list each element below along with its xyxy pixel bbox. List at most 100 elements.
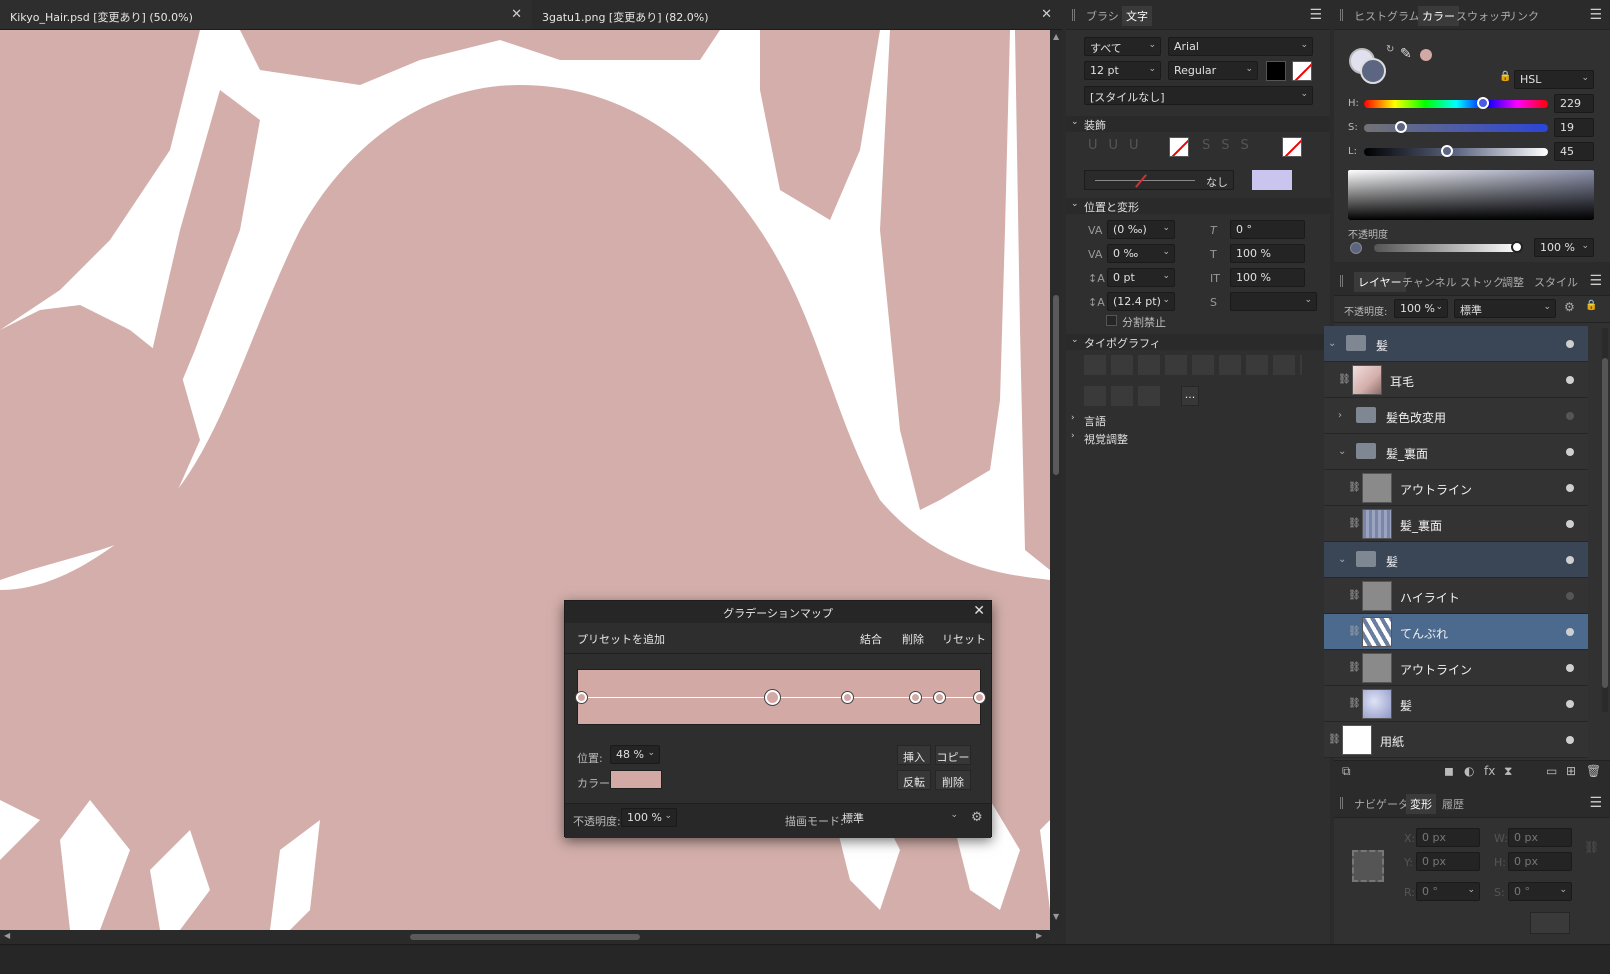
scope-dropdown[interactable]: すべて ⌄ [1084,37,1161,56]
visibility-toggle[interactable] [1566,376,1574,384]
gradient-stop[interactable] [909,691,921,703]
eyedropper-icon[interactable]: ✎ [1400,46,1412,62]
layer-row[interactable]: ⛓ アウトライン [1324,470,1588,506]
scroll-down-icon[interactable]: ▼ [1053,912,1059,921]
text-color-swatch[interactable] [1266,61,1286,81]
h-field[interactable]: 0 px [1508,852,1572,871]
visibility-toggle[interactable] [1566,556,1574,564]
text-bg-none-swatch[interactable] [1292,61,1312,81]
opacity-slider[interactable] [1374,241,1523,253]
layer-row[interactable]: ⛓ 髪 [1324,686,1588,722]
visibility-toggle[interactable] [1566,340,1574,348]
visibility-toggle[interactable] [1566,592,1574,600]
link-icon[interactable]: ⛓ [1338,374,1351,385]
reverse-button[interactable]: 反転 [897,770,931,790]
expand-icon[interactable]: ⌄ [1338,554,1346,565]
horizontal-scroll-thumb[interactable] [410,934,640,940]
close-icon[interactable]: ✕ [973,603,985,619]
transform-options-button[interactable] [1530,912,1570,934]
menu-icon[interactable]: ☰ [1589,273,1602,289]
blend-mode-dropdown[interactable]: 標準 ⌄ [837,808,962,827]
vertical-scroll-thumb[interactable] [1053,295,1059,475]
tracking-dropdown[interactable]: 0 ‰ ⌄ [1107,244,1175,263]
outline-color-swatch[interactable] [1252,170,1292,190]
tab-layers[interactable]: レイヤー [1354,272,1406,292]
h-value-field[interactable]: 229 [1554,94,1594,113]
dialog-opacity-dropdown[interactable]: 100 % ⌄ [621,808,677,827]
visibility-toggle[interactable] [1566,448,1574,456]
tab-channels[interactable]: チャンネル [1402,274,1457,290]
tab-3gatu1[interactable]: 3gatu1.png [変更あり] (82.0%) ✕ [532,0,1062,30]
shear-dropdown[interactable]: ⌄ [1230,292,1317,311]
layer-row[interactable]: ⛓ アウトライン [1324,650,1588,686]
mask-icon[interactable]: ◼ [1444,764,1454,778]
tab-histogram[interactable]: ヒストグラム [1354,8,1420,24]
visibility-toggle[interactable] [1566,664,1574,672]
link-icon[interactable]: ⛓ [1348,590,1361,601]
no-break-checkbox[interactable] [1106,315,1117,326]
visibility-toggle[interactable] [1566,412,1574,420]
typography-ligature-buttons[interactable] [1084,386,1162,406]
lightness-slider[interactable] [1364,145,1548,157]
vertical-scale-field[interactable]: 100 % [1230,268,1305,287]
delete-stop-button[interactable]: 削除 [935,770,971,790]
scroll-right-icon[interactable]: ▶ [1036,931,1042,940]
gear-icon[interactable]: ⚙ [971,810,983,825]
saturation-slider[interactable] [1364,121,1548,133]
gear-icon[interactable]: ⚙ [1564,300,1575,314]
visibility-toggle[interactable] [1566,628,1574,636]
link-icon[interactable]: ⛓ [1328,734,1341,745]
link-icon[interactable]: ⛓ [1348,698,1361,709]
menu-icon[interactable]: ☰ [1309,7,1322,23]
tab-transform[interactable]: 変形 [1406,794,1436,814]
strikethrough-icons[interactable]: SSS [1202,138,1260,153]
expand-icon[interactable]: › [1338,410,1342,421]
visibility-toggle[interactable] [1566,736,1574,744]
s-value-field[interactable]: 19 [1554,118,1594,137]
y-field[interactable]: 0 px [1416,852,1480,871]
picked-color-dot[interactable] [1420,49,1432,61]
layer-row[interactable]: ⛓ 用紙 [1324,722,1588,758]
hue-slider[interactable] [1364,97,1548,109]
tab-stock[interactable]: ストック [1460,274,1504,290]
visibility-toggle[interactable] [1566,520,1574,528]
link-icon[interactable]: ⛓ [1348,626,1361,637]
add-layer-icon[interactable]: ⊞ [1566,764,1576,778]
menu-icon[interactable]: ☰ [1589,795,1602,811]
close-icon[interactable]: ✕ [511,7,522,22]
expand-icon[interactable]: ⌄ [1338,446,1346,457]
layer-row[interactable]: ⌄ 髪 [1324,326,1588,362]
language-section[interactable]: › 言語 [1066,412,1330,428]
link-icon[interactable]: ⛓ [1348,482,1361,493]
shear-dropdown[interactable]: 0 ° ⌄ [1508,882,1572,901]
tab-color[interactable]: カラー [1418,6,1459,26]
gradient-stop[interactable] [575,691,587,703]
expand-icon[interactable]: ⌄ [1328,338,1336,349]
typography-more-button[interactable]: ... [1181,386,1199,406]
tab-text[interactable]: 文字 [1122,6,1152,26]
tab-adjustments[interactable]: 調整 [1502,274,1524,290]
swap-colors-icon[interactable]: ↻ [1386,44,1394,55]
insert-button[interactable]: 挿入 [897,745,931,765]
tab-styles[interactable]: スタイル [1534,274,1578,290]
color-model-dropdown[interactable]: HSL ⌄ [1514,70,1594,89]
w-field[interactable]: 0 px [1508,828,1572,847]
hue-slider-handle[interactable] [1477,97,1489,109]
layer-row[interactable]: ⌄ 髪_裏面 [1324,434,1588,470]
layer-blend-dropdown[interactable]: 標準 ⌄ [1454,299,1556,318]
link-icon[interactable]: ⛓ [1348,518,1361,529]
gradient-stop[interactable] [842,691,854,703]
gradient-stop[interactable] [973,691,985,703]
tab-navigator[interactable]: ナビゲータ [1354,796,1409,812]
layer-row[interactable]: ⛓ ハイライト [1324,578,1588,614]
layer-row[interactable]: ⌄ 髪 [1324,542,1588,578]
gradient-stop[interactable] [933,691,945,703]
trash-icon[interactable]: 🗑 [1586,764,1601,778]
tab-swatches[interactable]: スウォッチ [1456,8,1511,24]
layers-arrange-icon[interactable]: ⧉ [1342,764,1351,779]
saturation-slider-handle[interactable] [1395,121,1407,133]
visibility-toggle[interactable] [1566,700,1574,708]
copy-button[interactable]: コピー [935,745,971,765]
opacity-field[interactable]: 100 % ⌄ [1534,238,1594,257]
horizontal-scale-field[interactable]: 100 % [1230,244,1305,263]
